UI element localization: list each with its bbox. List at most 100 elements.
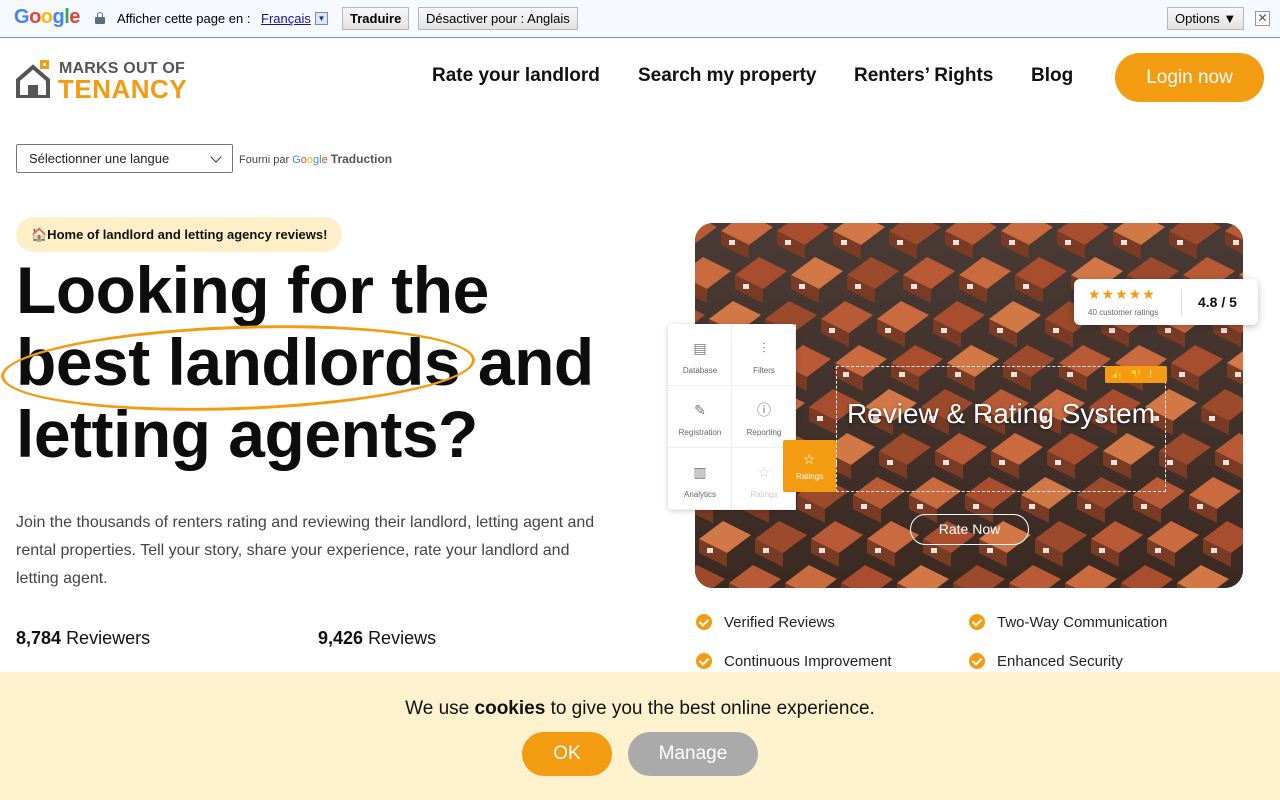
feature-analytics[interactable]: ▥ Analytics: [668, 448, 732, 510]
window-shape: [1167, 460, 1173, 465]
cookie-banner: We use cookies to give you the best onli…: [0, 672, 1280, 800]
window-shape: [875, 548, 881, 553]
feature-reporting[interactable]: ⓘ Reporting: [732, 386, 796, 448]
window-shape: [1009, 240, 1015, 245]
nav-blog[interactable]: Blog: [1031, 65, 1073, 87]
nav-renters-rights[interactable]: Renters’ Rights: [854, 65, 993, 87]
translate-link[interactable]: Traduction: [331, 152, 392, 166]
nav-rate-landlord[interactable]: Rate your landlord: [432, 65, 600, 87]
window-shape: [987, 548, 993, 553]
star-icon: ☆: [757, 464, 771, 480]
window-shape: [707, 548, 713, 553]
window-shape: [1065, 240, 1071, 245]
window-shape: [819, 548, 825, 553]
stat-reviewers: 8,784 Reviewers: [16, 628, 151, 648]
feature-database[interactable]: ▤ Database: [668, 324, 732, 386]
cookie-manage-button[interactable]: Manage: [628, 732, 758, 776]
feature-filters[interactable]: ⫶ Filters: [732, 324, 796, 386]
house-logo-icon: [16, 60, 50, 98]
window-shape: [897, 240, 903, 245]
window-shape: [1177, 240, 1183, 245]
feature-ratings-active[interactable]: ☆ Ratings: [783, 440, 836, 492]
rating-caption: 40 customer ratings: [1088, 308, 1159, 317]
window-shape: [1121, 240, 1127, 245]
window-shape: [785, 240, 791, 245]
window-shape: [829, 328, 835, 333]
review-selection-box: [836, 366, 1166, 492]
review-system-title: Review & Rating System: [846, 398, 1156, 429]
window-shape: [1223, 460, 1229, 465]
powered-by-google: Fourni par Google Traduction: [239, 152, 393, 166]
translate-prompt: Afficher cette page en :: [117, 11, 251, 26]
translate-language-link[interactable]: Français: [261, 11, 311, 26]
feature-registration[interactable]: ✎ Registration: [668, 386, 732, 448]
window-shape: [1233, 240, 1239, 245]
window-shape: [1211, 548, 1217, 553]
check-icon: [696, 614, 712, 630]
hero-description: Join the thousands of renters rating and…: [16, 514, 595, 587]
tagline-pill: 🏠Home of landlord and letting agency rev…: [16, 217, 343, 252]
star-icon: ☆: [802, 451, 816, 467]
window-shape: [1099, 548, 1105, 553]
nav-search-property[interactable]: Search my property: [638, 65, 816, 87]
window-shape: [1197, 504, 1203, 509]
window-shape: [855, 284, 861, 289]
options-button[interactable]: Options ▼: [1167, 7, 1245, 30]
feature-grid: ▤ Database ⫶ Filters ✎ Registration ⓘ Re…: [668, 324, 796, 510]
window-shape: [1141, 504, 1147, 509]
window-shape: [861, 504, 867, 509]
language-select-value: Sélectionner une langue: [29, 151, 170, 166]
window-shape: [1029, 504, 1035, 509]
window-shape: [1235, 372, 1241, 377]
filters-icon: ⫶: [762, 340, 766, 356]
window-shape: [885, 328, 891, 333]
disable-translate-button[interactable]: Désactiver pour : Anglais: [418, 7, 578, 30]
window-shape: [1155, 548, 1161, 553]
window-shape: [841, 240, 847, 245]
window-shape: [1023, 284, 1029, 289]
stat-reviews: 9,426 Reviews: [318, 628, 437, 648]
close-icon[interactable]: ✕: [1255, 11, 1270, 26]
language-select[interactable]: Sélectionner une langue: [16, 144, 233, 173]
google-logo: Google: [14, 6, 80, 28]
window-shape: [1221, 328, 1227, 333]
window-shape: [931, 548, 937, 553]
window-shape: [953, 240, 959, 245]
rating-score: 4.8 / 5: [1198, 294, 1237, 310]
cookie-message: We use cookies to give you the best onli…: [405, 698, 875, 719]
divider: [1181, 289, 1182, 315]
window-shape: [1209, 416, 1215, 421]
window-shape: [1043, 548, 1049, 553]
window-shape: [817, 416, 823, 421]
window-shape: [729, 240, 735, 245]
window-shape: [1109, 328, 1115, 333]
check-icon: [696, 653, 712, 669]
feedback-icons: 👍👎!: [1105, 366, 1167, 383]
check-icon: [969, 614, 985, 630]
window-shape: [799, 284, 805, 289]
cookie-ok-button[interactable]: OK: [522, 732, 612, 776]
window-shape: [805, 504, 811, 509]
lock-icon: [95, 12, 105, 24]
window-shape: [911, 284, 917, 289]
window-shape: [973, 504, 979, 509]
window-shape: [1053, 328, 1059, 333]
reporting-icon: ⓘ: [757, 402, 771, 418]
dropdown-arrow-icon[interactable]: ▼: [315, 12, 328, 25]
window-shape: [917, 504, 923, 509]
window-shape: [997, 328, 1003, 333]
site-logo[interactable]: MARKS OUT OF TENANCY: [16, 56, 196, 104]
chevron-down-icon: [210, 151, 222, 163]
logo-text-bottom: TENANCY: [58, 74, 188, 104]
translate-button[interactable]: Traduire: [342, 7, 410, 30]
window-shape: [941, 328, 947, 333]
window-shape: [967, 284, 973, 289]
rating-card: ★★★★★ 40 customer ratings 4.8 / 5: [1074, 279, 1258, 325]
check-icon: [969, 653, 985, 669]
login-button[interactable]: Login now: [1115, 53, 1264, 102]
window-shape: [1165, 328, 1171, 333]
rate-now-button[interactable]: Rate Now: [910, 514, 1029, 545]
window-shape: [1179, 372, 1185, 377]
analytics-icon: ▥: [693, 464, 707, 480]
registration-icon: ✎: [694, 402, 706, 418]
